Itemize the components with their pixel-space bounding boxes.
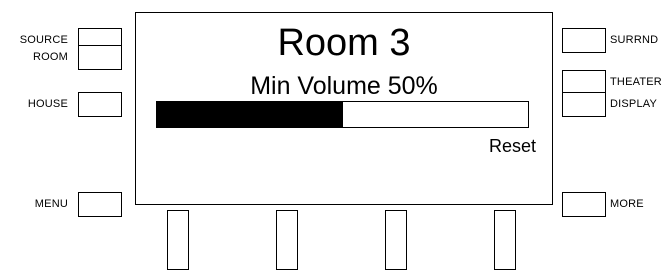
reset-label: Reset <box>488 136 536 156</box>
display-button[interactable] <box>562 92 606 117</box>
house-button[interactable] <box>78 92 122 117</box>
more-label: MORE <box>610 198 644 210</box>
volume-bar <box>156 101 529 128</box>
room-title: Room 3 <box>277 22 411 64</box>
source-label: SOURCE <box>19 34 68 46</box>
bottom-button-3[interactable] <box>385 210 407 270</box>
volume-bar-fill <box>157 102 343 127</box>
bottom-button-1[interactable] <box>167 210 189 270</box>
lcd-screen: Room 3 Min Volume 50% Reset <box>135 12 553 205</box>
menu-label: MENU <box>34 198 68 210</box>
house-label: HOUSE <box>27 98 68 110</box>
room-label: ROOM <box>32 51 68 63</box>
menu-button[interactable] <box>78 192 122 217</box>
bottom-button-4[interactable] <box>494 210 516 270</box>
more-button[interactable] <box>562 192 606 217</box>
surrnd-label: SURRND <box>610 34 659 46</box>
display-label: DISPLAY <box>610 98 658 110</box>
volume-status: Min Volume 50% <box>250 72 438 100</box>
surrnd-button[interactable] <box>562 28 606 53</box>
room-button[interactable] <box>78 45 122 70</box>
bottom-button-2[interactable] <box>276 210 298 270</box>
theater-label: THEATER <box>610 76 662 88</box>
